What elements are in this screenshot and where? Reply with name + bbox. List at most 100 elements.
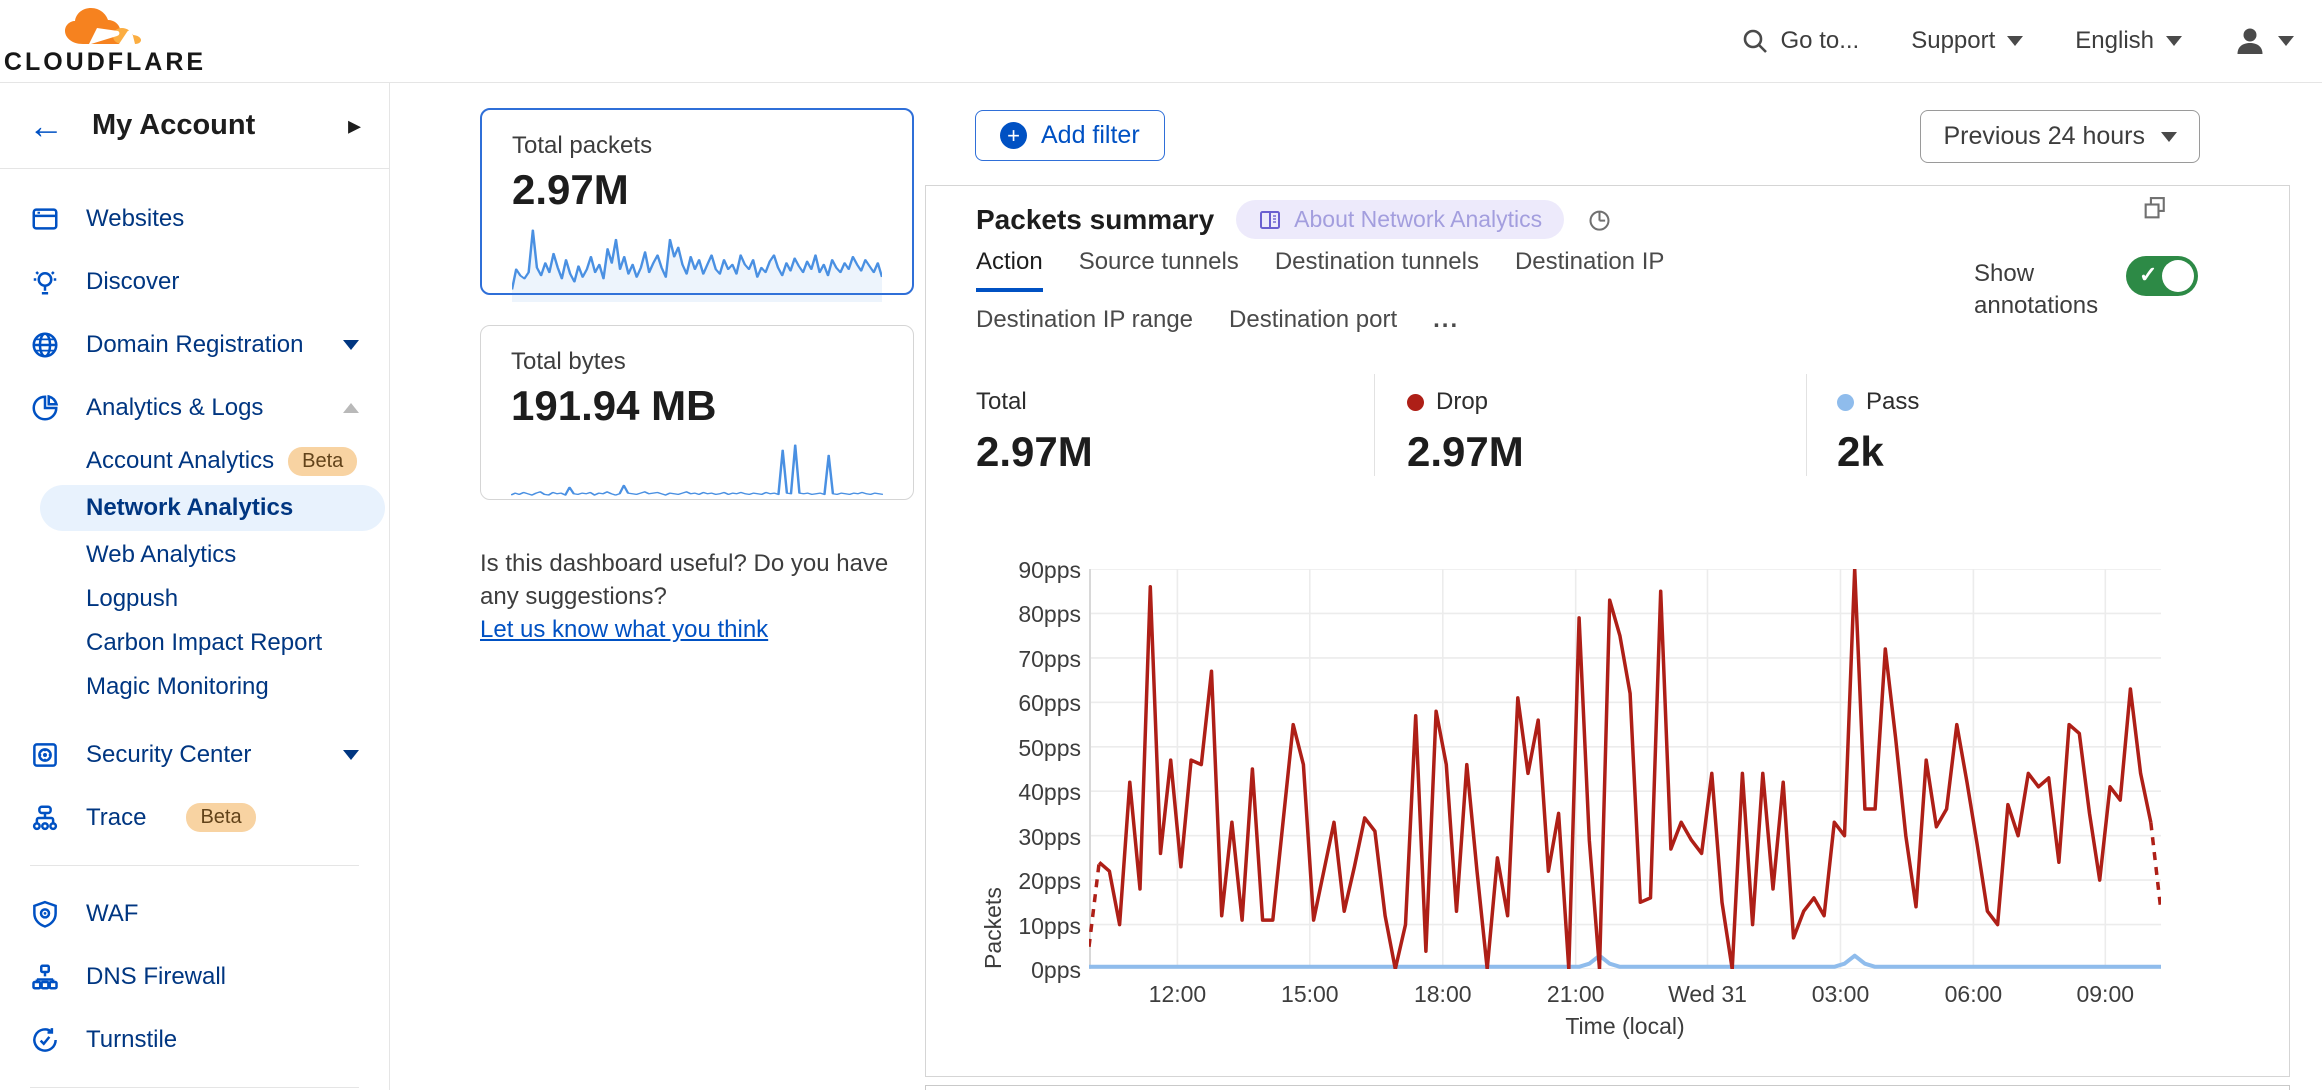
panel-title: Packets summary — [976, 204, 1214, 236]
sidebar-item-web-analytics[interactable]: Web Analytics — [0, 533, 389, 577]
chevron-down-icon — [2278, 36, 2294, 46]
org-chart-icon — [30, 803, 60, 833]
y-tick-label: 60pps — [986, 690, 1081, 717]
search-icon — [1741, 27, 1769, 55]
y-tick-label: 50pps — [986, 735, 1081, 762]
tab-action[interactable]: Action — [976, 248, 1043, 292]
x-tick-label: 21:00 — [1547, 981, 1605, 1008]
x-tick-label: 15:00 — [1281, 981, 1339, 1008]
goto-label: Go to... — [1781, 27, 1860, 55]
x-tick-label: Wed 31 — [1668, 981, 1747, 1008]
sidebar-item-security-center[interactable]: Security Center — [0, 723, 389, 786]
sidebar-item-label: Account Analytics — [86, 447, 274, 475]
sidebar-item-websites[interactable]: Websites — [0, 187, 389, 250]
globe-icon — [30, 330, 60, 360]
sidebar-item-label: Magic Monitoring — [86, 673, 269, 701]
user-icon — [2234, 25, 2266, 57]
topnav: Go to... Support English — [1741, 25, 2294, 57]
sidebar-item-waf[interactable]: WAF — [0, 882, 389, 945]
sidebar-item-account-analytics[interactable]: Account Analytics Beta — [0, 439, 389, 483]
total-bytes-card[interactable]: Total bytes 191.94 MB — [480, 325, 914, 500]
content-area: Total packets 2.97M Total bytes 191.94 M… — [390, 83, 2322, 1090]
drop-line — [1099, 569, 2151, 969]
add-filter-label: Add filter — [1041, 121, 1140, 150]
total-bytes-sparkline — [511, 440, 883, 504]
tab-destination-tunnels[interactable]: Destination tunnels — [1275, 248, 1479, 292]
add-filter-button[interactable]: + Add filter — [975, 110, 1165, 161]
chevron-right-icon[interactable]: ▸ — [348, 110, 361, 141]
stat-label: Pass — [1866, 388, 1919, 416]
hierarchy-icon — [30, 962, 60, 992]
back-arrow-icon[interactable]: ← — [28, 108, 64, 144]
y-axis-title: Packets — [980, 569, 1007, 969]
total-packets-card[interactable]: Total packets 2.97M — [480, 108, 914, 295]
packets-chart: Packets 0pps 10pps 20pps 30pps 40pps 50pps 60p… — [926, 569, 2289, 1049]
pie-clock-icon[interactable] — [1586, 206, 1613, 233]
panel-tabs: Action Source tunnels Destination tunnel… — [976, 248, 1856, 346]
tab-source-tunnels[interactable]: Source tunnels — [1079, 248, 1239, 292]
show-annotations-toggle[interactable]: ✓ — [2126, 256, 2198, 296]
sidebar-item-discover[interactable]: Discover — [0, 250, 389, 313]
support-label: Support — [1911, 27, 1995, 55]
tabs-more-button[interactable]: ... — [1433, 306, 1459, 346]
y-tick-label: 30pps — [986, 824, 1081, 851]
sidebar-item-turnstile[interactable]: Turnstile — [0, 1008, 389, 1071]
x-axis-title: Time (local) — [1565, 1013, 1684, 1040]
support-menu[interactable]: Support — [1911, 27, 2023, 55]
sidebar-item-analytics-logs[interactable]: Analytics & Logs — [0, 376, 389, 439]
sidebar-nav: Websites Discover Domain Registration — [0, 169, 389, 1090]
stat-label: Total — [976, 388, 1027, 416]
sidebar-item-label: Turnstile — [86, 1026, 359, 1054]
chevron-down-icon — [2007, 36, 2023, 46]
sidebar-item-domain-registration[interactable]: Domain Registration — [0, 313, 389, 376]
sidebar-item-label: Domain Registration — [86, 331, 317, 359]
sidebar-item-label: Websites — [86, 205, 359, 233]
beta-badge: Beta — [288, 447, 357, 476]
y-tick-label: 90pps — [986, 557, 1081, 584]
sidebar-item-magic-monitoring[interactable]: Magic Monitoring — [0, 665, 389, 709]
sidebar-item-network-analytics[interactable]: Network Analytics — [40, 485, 385, 531]
stat-pass: Pass 2k — [1806, 374, 2239, 476]
cloudflare-logo[interactable]: CLOUDFLARE — [20, 6, 190, 77]
sidebar-item-label: WAF — [86, 900, 359, 928]
time-range-label: Previous 24 hours — [1943, 122, 2145, 151]
chevron-down-icon — [343, 750, 359, 760]
tab-destination-ip-range[interactable]: Destination IP range — [976, 306, 1193, 346]
sidebar-item-carbon-impact-report[interactable]: Carbon Impact Report — [0, 621, 389, 665]
sidebar: ← My Account ▸ Websites Discover — [0, 83, 390, 1090]
y-tick-label: 40pps — [986, 779, 1081, 806]
tab-destination-port[interactable]: Destination port — [1229, 306, 1397, 346]
packets-chart-plot[interactable] — [1089, 569, 2161, 969]
drop-legend-dot — [1407, 394, 1424, 411]
expand-icon[interactable] — [2141, 194, 2169, 222]
about-badge-label: About Network Analytics — [1294, 206, 1542, 233]
toggle-knob — [2162, 260, 2194, 292]
cloudflare-cloud-icon — [61, 6, 149, 46]
sidebar-item-logpush[interactable]: Logpush — [0, 577, 389, 621]
time-range-dropdown[interactable]: Previous 24 hours — [1920, 110, 2200, 163]
check-icon: ✓ — [2139, 262, 2157, 288]
chevron-up-icon — [343, 403, 359, 413]
stat-label: Drop — [1436, 388, 1488, 416]
y-tick-label: 20pps — [986, 868, 1081, 895]
sidebar-item-label: Carbon Impact Report — [86, 629, 322, 657]
sidebar-item-label: Logpush — [86, 585, 178, 613]
sidebar-item-trace[interactable]: Trace Beta — [0, 786, 389, 849]
total-bytes-value: 191.94 MB — [511, 382, 883, 430]
chevron-down-icon — [2166, 36, 2182, 46]
y-tick-label: 0pps — [986, 957, 1081, 984]
sidebar-item-dns-firewall[interactable]: DNS Firewall — [0, 945, 389, 1008]
goto-search[interactable]: Go to... — [1741, 27, 1860, 55]
y-tick-label: 10pps — [986, 913, 1081, 940]
tab-destination-ip[interactable]: Destination IP — [1515, 248, 1664, 292]
book-icon — [1258, 208, 1282, 232]
chevron-down-icon — [343, 340, 359, 350]
feedback-link[interactable]: Let us know what you think — [480, 616, 768, 643]
account-title: My Account — [92, 109, 348, 142]
refresh-check-icon — [30, 1025, 60, 1055]
about-network-analytics-badge[interactable]: About Network Analytics — [1236, 200, 1564, 239]
language-menu[interactable]: English — [2075, 27, 2182, 55]
stat-total: Total 2.97M — [976, 374, 1374, 476]
stat-pass-value: 2k — [1837, 428, 2239, 476]
account-menu[interactable] — [2234, 25, 2294, 57]
